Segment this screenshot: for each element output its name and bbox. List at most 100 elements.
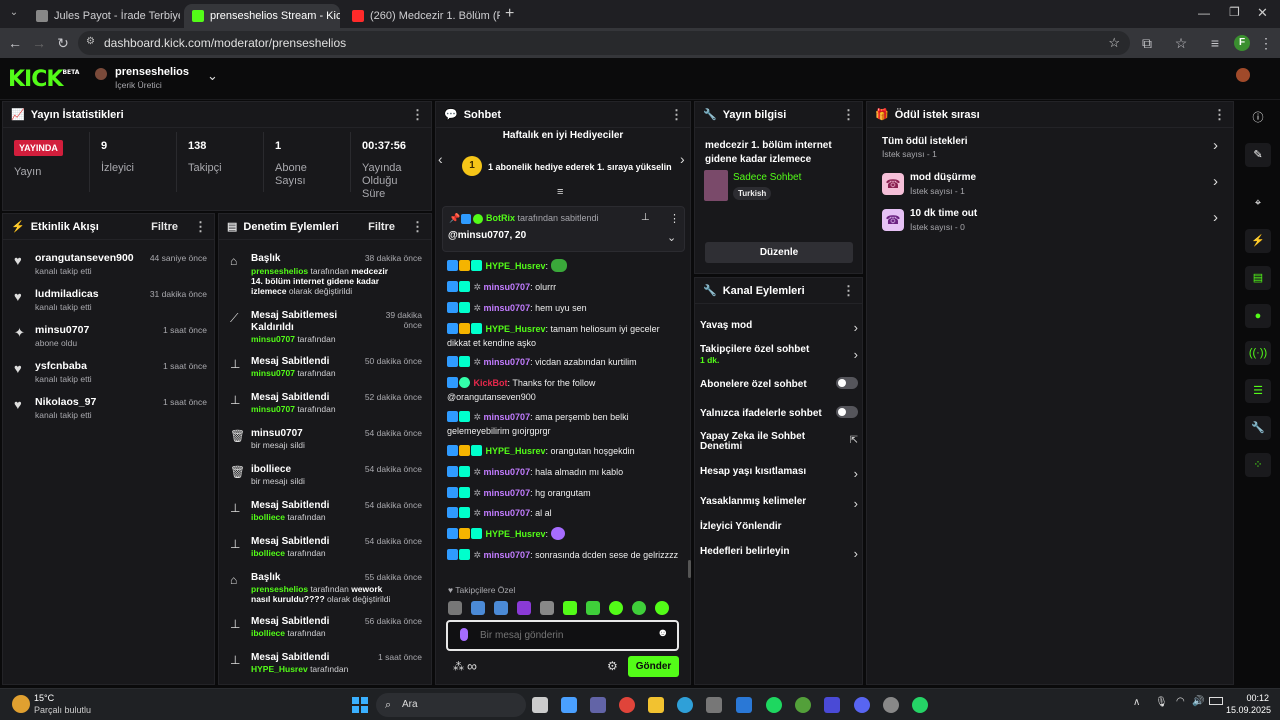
- chat-message[interactable]: ✲ minsu0707: hala almadın mı kablo: [447, 465, 683, 479]
- stats-menu-icon[interactable]: ⋮: [411, 107, 424, 123]
- chat-message[interactable]: ✲ minsu0707: vicdan azabından kurtilim: [447, 355, 683, 369]
- maximize-icon[interactable]: ❐: [1229, 5, 1240, 19]
- chrome-active-icon[interactable]: [795, 697, 811, 713]
- emote-icon[interactable]: [448, 601, 462, 615]
- banned-words-action[interactable]: Yasaklanmış kelimeler ›: [700, 496, 858, 511]
- streaminfo-menu-icon[interactable]: ⋮: [842, 107, 855, 123]
- app-icon[interactable]: [883, 697, 899, 713]
- close-window-icon[interactable]: ✕: [1257, 5, 1268, 21]
- gifters-next-icon[interactable]: ›: [680, 151, 685, 167]
- forward-icon[interactable]: →: [30, 34, 48, 52]
- spotify-icon[interactable]: [766, 697, 782, 713]
- wrench-icon[interactable]: 🔧: [1245, 416, 1271, 440]
- account-age-action[interactable]: Hesap yaşı kısıtlaması ›: [700, 466, 858, 481]
- profile-avatar[interactable]: F: [1234, 35, 1250, 51]
- emoji-picker-icon[interactable]: ☻: [657, 627, 669, 639]
- chat-message[interactable]: KickBot: Thanks for the follow @oranguta…: [447, 376, 683, 404]
- browser-menu-icon[interactable]: ⋮: [1257, 34, 1275, 52]
- pinned-expand-chevron-icon[interactable]: ⌄: [667, 231, 676, 244]
- volume-icon[interactable]: 🔊: [1192, 696, 1204, 707]
- emote-icon[interactable]: [609, 601, 623, 615]
- kick-logo[interactable]: KICKBETA: [8, 67, 79, 92]
- chat-message-input[interactable]: [480, 627, 650, 643]
- category-name[interactable]: Sadece Sohbet: [733, 172, 801, 183]
- user-avatar[interactable]: [1236, 68, 1250, 82]
- reward-item[interactable]: ☎ mod düşürme İstek sayısı - 1 ›: [882, 172, 1218, 198]
- chrome-icon[interactable]: [619, 697, 635, 713]
- chat-collapse-icon[interactable]: ≡: [557, 186, 563, 198]
- teams-icon[interactable]: [590, 697, 606, 713]
- chat-settings-icon[interactable]: ⚙: [607, 659, 618, 673]
- redirect-viewers-action[interactable]: İzleyici Yönlendir: [700, 521, 858, 532]
- reload-icon[interactable]: ↻: [54, 34, 72, 52]
- new-tab-button[interactable]: +: [505, 5, 514, 23]
- taskbar-search[interactable]: ⌕ Ara: [376, 693, 526, 717]
- lightning-icon[interactable]: ⚡: [1245, 229, 1271, 253]
- infinity-icon[interactable]: ∞: [467, 658, 477, 674]
- chat-message[interactable]: HYPE_Husrev:: [447, 527, 683, 541]
- send-button[interactable]: Gönder: [628, 656, 679, 677]
- goals-action[interactable]: Hedefleri belirleyin ›: [700, 546, 858, 561]
- mic-icon[interactable]: [460, 628, 468, 641]
- emote-icon[interactable]: [586, 601, 600, 615]
- bookmarks-icon[interactable]: ☆: [1172, 34, 1190, 52]
- channel-switch-chevron-icon[interactable]: ⌄: [207, 68, 218, 84]
- chat-menu-icon[interactable]: ⋮: [670, 107, 683, 123]
- app-icon[interactable]: [824, 697, 840, 713]
- chat-message[interactable]: HYPE_Husrev:: [447, 259, 683, 273]
- chat-message[interactable]: ✲ minsu0707: ama perşemb ben belki gelem…: [447, 410, 683, 438]
- explorer-icon[interactable]: [648, 697, 664, 713]
- emote-icon[interactable]: [655, 601, 669, 615]
- channel-avatar[interactable]: [95, 68, 107, 80]
- pinned-message[interactable]: 📌 BotRix tarafından sabitlendi ⊥ ⋮ @mins…: [442, 206, 685, 252]
- pinned-menu-icon[interactable]: ⋮: [669, 212, 680, 225]
- whatsapp-icon[interactable]: [912, 697, 928, 713]
- chat-message[interactable]: ✲ minsu0707: al al: [447, 506, 683, 520]
- outlook-icon[interactable]: [736, 697, 752, 713]
- followers-chat-action[interactable]: Takipçilere özel sohbet 1 dk. ›: [700, 344, 858, 365]
- task-view-icon[interactable]: [532, 697, 548, 713]
- slow-mode-action[interactable]: Yavaş mod ›: [700, 320, 858, 335]
- emote-icon[interactable]: [494, 601, 508, 615]
- channel-actions-menu-icon[interactable]: ⋮: [842, 283, 855, 299]
- modlog-filter-button[interactable]: Filtre: [368, 221, 395, 233]
- extensions-icon[interactable]: ⧉: [1138, 34, 1156, 52]
- emote-icon[interactable]: [540, 601, 554, 615]
- chat-bubble-icon[interactable]: ●: [1245, 304, 1271, 328]
- tray-chevron-icon[interactable]: ∧: [1133, 697, 1140, 708]
- pencil-icon[interactable]: ✎: [1245, 143, 1271, 167]
- chat-scrollbar[interactable]: [688, 560, 691, 578]
- back-icon[interactable]: ←: [6, 34, 24, 52]
- emote-icon[interactable]: [632, 601, 646, 615]
- copilot-icon[interactable]: [561, 697, 577, 713]
- modlog-menu-icon[interactable]: ⋮: [411, 219, 424, 235]
- browser-tab-3[interactable]: (260) Medcezir 1. Bölüm (FULL ✕: [344, 4, 500, 28]
- chat-message[interactable]: ✲ minsu0707: hg orangutam: [447, 486, 683, 500]
- start-icon[interactable]: [352, 697, 368, 713]
- focus-icon[interactable]: ⌖: [1245, 191, 1271, 215]
- chat-message[interactable]: ✲ minsu0707: hem uyu sen: [447, 301, 683, 315]
- subs-chat-toggle[interactable]: [836, 377, 858, 389]
- edge-icon[interactable]: [677, 697, 693, 713]
- store-icon[interactable]: [706, 697, 722, 713]
- rewards-menu-icon[interactable]: ⋮: [1213, 107, 1226, 123]
- gifters-prev-icon[interactable]: ‹: [438, 151, 443, 167]
- chat-message[interactable]: ✲ minsu0707: olurrr: [447, 280, 683, 294]
- browser-tab-1[interactable]: Jules Payot - İrade Terbiyesi : F ✕: [28, 4, 180, 28]
- category-thumbnail[interactable]: [704, 170, 728, 201]
- layout-icon[interactable]: ☰: [1245, 379, 1271, 403]
- chat-tools-icon[interactable]: ⁂: [453, 660, 464, 673]
- emote-icon[interactable]: [517, 601, 531, 615]
- wifi-icon[interactable]: ◠: [1176, 696, 1185, 707]
- minimize-icon[interactable]: —: [1198, 6, 1210, 20]
- activity-filter-button[interactable]: Filtre: [151, 221, 178, 233]
- chat-message[interactable]: ✲ minsu0707: sonrasında dcden sese de ge…: [447, 548, 683, 562]
- chat-input-box[interactable]: ☻: [446, 620, 679, 651]
- weather-temp[interactable]: 15°C: [34, 693, 54, 703]
- site-info-icon[interactable]: ⚙: [86, 36, 95, 47]
- clock-time[interactable]: 00:12: [1237, 693, 1269, 703]
- channel-name[interactable]: prenseshelios: [115, 66, 189, 78]
- reward-item[interactable]: ☎ 10 dk time out İstek sayısı - 0 ›: [882, 208, 1218, 234]
- chat-message[interactable]: HYPE_Husrev: tamam heliosum iyi geceler …: [447, 322, 683, 350]
- mic-tray-icon[interactable]: 🎙: [1155, 697, 1168, 708]
